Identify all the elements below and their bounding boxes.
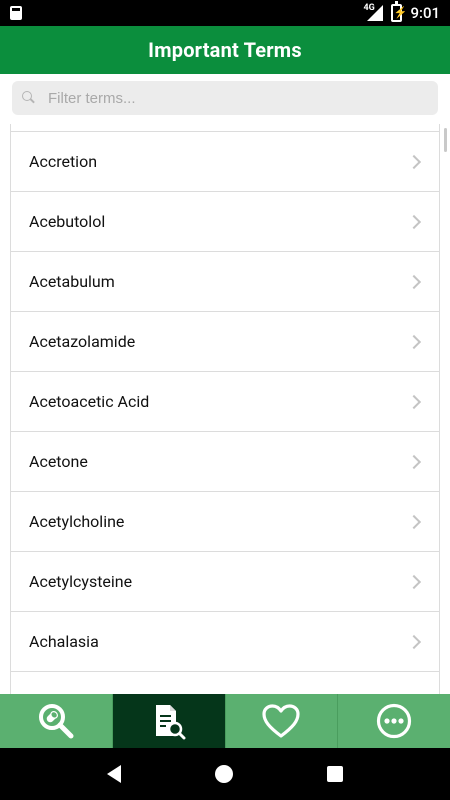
terms-list[interactable]: Accretion Acebutolol Acetabulum Acetazol… xyxy=(10,124,440,694)
chevron-right-icon xyxy=(406,214,422,229)
list-item[interactable]: Acetazolamide xyxy=(11,312,439,372)
tab-favorites[interactable] xyxy=(225,694,339,748)
list-item-label: Acetabulum xyxy=(29,272,115,291)
recent-apps-icon[interactable] xyxy=(327,766,343,782)
list-item[interactable]: Acetone xyxy=(11,432,439,492)
list-item-label: Acetylcysteine xyxy=(29,572,133,591)
search-input[interactable] xyxy=(48,89,408,107)
list-item[interactable]: Acetabulum xyxy=(11,252,439,312)
sd-card-icon xyxy=(10,6,22,20)
signal-icon: 4G xyxy=(363,3,384,21)
list-item[interactable]: Acetylcysteine xyxy=(11,552,439,612)
chevron-right-icon xyxy=(406,274,422,289)
chevron-right-icon xyxy=(406,454,422,469)
app-bar: Important Terms xyxy=(0,26,450,74)
search-box[interactable] xyxy=(12,81,438,115)
list-item[interactable]: Acetoacetic Acid xyxy=(11,372,439,432)
battery-icon: ⚡ xyxy=(391,1,407,22)
list-item-label: Acetone xyxy=(29,452,88,471)
chevron-right-icon xyxy=(406,634,422,649)
chevron-right-icon xyxy=(406,334,422,349)
bottom-tab-bar xyxy=(0,694,450,748)
list-item-label: Acetylcholine xyxy=(29,512,125,531)
chevron-right-icon xyxy=(406,394,422,409)
network-type: 4G xyxy=(363,3,375,13)
tab-more[interactable] xyxy=(338,694,450,748)
list-item-label: Accretion xyxy=(29,152,98,171)
heart-icon xyxy=(262,704,300,738)
page-title: Important Terms xyxy=(148,38,302,62)
search-area xyxy=(0,74,450,124)
list-item[interactable]: Acetylcholine xyxy=(11,492,439,552)
search-icon xyxy=(22,91,36,105)
system-nav-bar xyxy=(0,748,450,800)
list-item-label: Acebutolol xyxy=(29,212,106,231)
tab-pill-search[interactable] xyxy=(0,694,113,748)
tab-document-search[interactable] xyxy=(112,694,226,748)
list-item[interactable]: Achalasia xyxy=(11,612,439,672)
chevron-right-icon xyxy=(406,514,422,529)
chevron-right-icon xyxy=(406,154,422,169)
document-search-icon xyxy=(155,705,186,740)
pill-search-icon xyxy=(38,704,74,739)
status-bar: 4G ⚡ 9:01 xyxy=(0,0,450,26)
list-item[interactable]: Acebutolol xyxy=(11,192,439,252)
home-icon[interactable] xyxy=(215,765,233,783)
list-item-label: Acetazolamide xyxy=(29,332,136,351)
more-icon xyxy=(377,703,412,739)
list-item-label: Achalasia xyxy=(29,632,99,651)
list-divider xyxy=(11,124,439,132)
back-icon[interactable] xyxy=(107,765,121,783)
list-item-label: Acetoacetic Acid xyxy=(29,392,150,411)
clock: 9:01 xyxy=(410,4,440,22)
chevron-right-icon xyxy=(406,574,422,589)
scrollbar[interactable] xyxy=(444,128,447,152)
list-item[interactable]: Accretion xyxy=(11,132,439,192)
